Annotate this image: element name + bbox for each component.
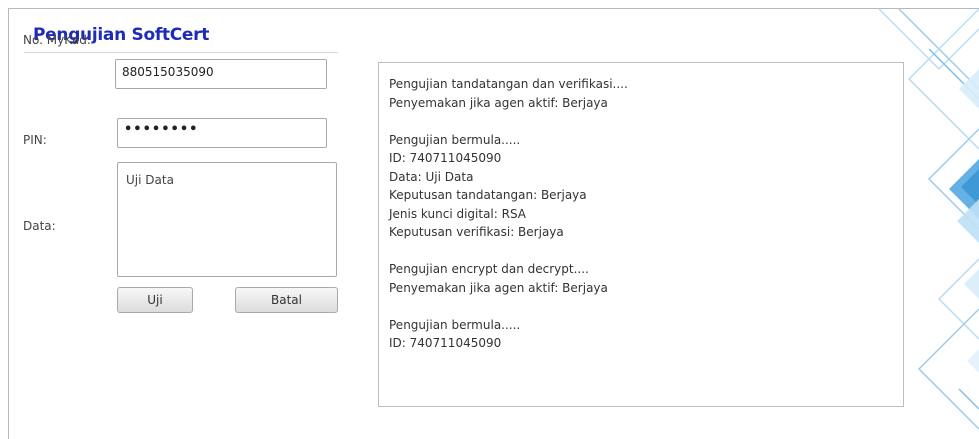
- output-line: Keputusan tandatangan: Berjaya: [389, 188, 587, 202]
- output-line: Penyemakan jika agen aktif: Berjaya: [389, 280, 608, 295]
- output-line: ID: 740711045090: [389, 336, 502, 350]
- title-divider: [24, 52, 338, 53]
- softcert-window: Pengujian SoftCert No. MyKad: 8805150350…: [8, 8, 979, 439]
- mykad-input[interactable]: 880515035090: [115, 59, 327, 89]
- mykad-label: No. MyKad:: [23, 33, 91, 47]
- output-line: Pengujian encrypt dan decrypt....: [389, 262, 589, 276]
- output-line: ID: 740711045090: [389, 151, 502, 165]
- output-line: Pengujian bermula.....: [389, 132, 521, 147]
- output-line: Penyemakan jika agen aktif: Berjaya: [389, 95, 608, 110]
- output-line: Data: Uji Data: [389, 169, 474, 184]
- batal-button[interactable]: Batal: [235, 287, 338, 313]
- output-line: Pengujian tandatangan dan verifikasi....: [389, 77, 628, 91]
- pin-label: PIN:: [23, 133, 47, 147]
- pin-input[interactable]: ••••••••: [117, 118, 327, 148]
- output-line: Jenis kunci digital: RSA: [389, 206, 527, 221]
- data-label: Data:: [23, 219, 56, 233]
- output-line: Pengujian bermula.....: [389, 317, 521, 332]
- output-log[interactable]: Pengujian tandatangan dan verifikasi....…: [378, 62, 904, 407]
- output-line: Keputusan verifikasi: Berjaya: [389, 225, 564, 239]
- uji-button[interactable]: Uji: [117, 287, 193, 313]
- data-textarea[interactable]: Uji Data: [117, 162, 337, 277]
